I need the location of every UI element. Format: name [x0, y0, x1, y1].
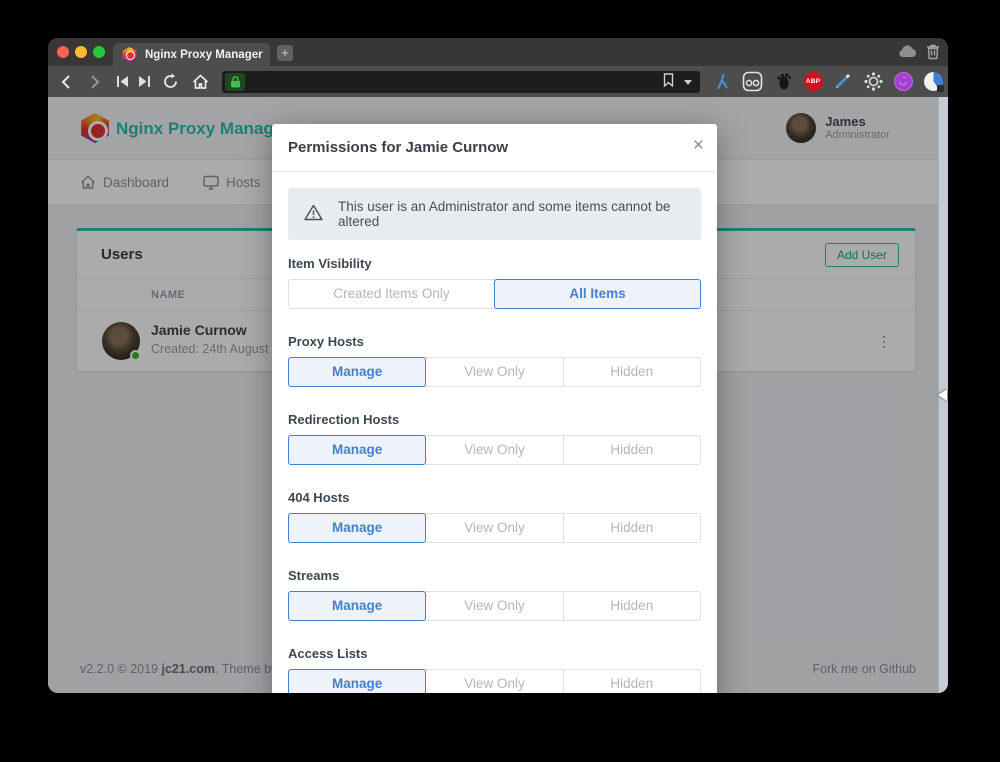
permission-section-streams: Streams ManageView OnlyHidden — [288, 568, 701, 621]
extension-gear-icon[interactable] — [860, 66, 886, 97]
option-access-lists-view-only[interactable]: View Only — [425, 669, 563, 693]
permission-section-redirection-hosts: Redirection Hosts ManageView OnlyHidden — [288, 412, 701, 465]
option-streams-hidden[interactable]: Hidden — [563, 591, 701, 621]
permissions-modal: Permissions for Jamie Curnow × This user… — [272, 124, 717, 693]
option-item-visibility-created-items-only[interactable]: Created Items Only — [288, 279, 495, 309]
permission-section-label: Item Visibility — [288, 256, 701, 271]
extension-pen-icon[interactable] — [829, 66, 855, 97]
extension-pie-icon[interactable] — [920, 66, 946, 97]
option-streams-manage[interactable]: Manage — [288, 591, 426, 621]
trash-icon[interactable] — [926, 44, 940, 65]
segmented-control: ManageView OnlyHidden — [288, 435, 701, 465]
tab-title: Nginx Proxy Manager — [145, 49, 263, 61]
option-404-hosts-hidden[interactable]: Hidden — [563, 513, 701, 543]
browser-toolbar: ABP ◡̈ — [48, 66, 948, 97]
page-viewport: Nginx Proxy Manager James Administrator … — [48, 97, 948, 693]
browser-tab-strip: Nginx Proxy Manager + — [48, 38, 948, 66]
window-zoom-button[interactable] — [93, 46, 105, 58]
extension-adblock-plus-icon[interactable]: ABP — [800, 66, 826, 97]
segmented-control: ManageView OnlyHidden — [288, 669, 701, 693]
permission-section-label: 404 Hosts — [288, 490, 701, 505]
cloud-icon[interactable] — [897, 44, 917, 63]
extension-gnome-foot-icon[interactable] — [770, 66, 796, 97]
extension-tampermonkey-icon[interactable] — [739, 66, 765, 97]
permission-section-label: Redirection Hosts — [288, 412, 701, 427]
option-access-lists-hidden[interactable]: Hidden — [563, 669, 701, 693]
new-tab-button[interactable]: + — [277, 45, 293, 61]
permission-section-label: Access Lists — [288, 646, 701, 661]
reload-icon[interactable] — [158, 66, 182, 97]
option-redirection-hosts-manage[interactable]: Manage — [288, 435, 426, 465]
option-proxy-hosts-hidden[interactable]: Hidden — [563, 357, 701, 387]
browser-tab[interactable]: Nginx Proxy Manager — [113, 43, 270, 66]
screenshot-frame: { "browser": { "tab_title": "Nginx Proxy… — [0, 0, 1000, 762]
admin-warning-alert: This user is an Administrator and some i… — [288, 188, 701, 240]
permission-section-proxy-hosts: Proxy Hosts ManageView OnlyHidden — [288, 334, 701, 387]
browser-window: Nginx Proxy Manager + — [48, 38, 948, 693]
window-close-button[interactable] — [57, 46, 69, 58]
warning-triangle-icon — [304, 204, 323, 224]
home-icon[interactable] — [188, 66, 212, 97]
option-item-visibility-all-items[interactable]: All Items — [494, 279, 701, 309]
extension-purple-icon[interactable]: ◡̈ — [890, 66, 916, 97]
option-404-hosts-view-only[interactable]: View Only — [425, 513, 563, 543]
option-redirection-hosts-hidden[interactable]: Hidden — [563, 435, 701, 465]
permission-section-label: Proxy Hosts — [288, 334, 701, 349]
option-proxy-hosts-view-only[interactable]: View Only — [425, 357, 563, 387]
segmented-control: ManageView OnlyHidden — [288, 513, 701, 543]
npm-favicon-icon — [122, 47, 137, 62]
permission-section-label: Streams — [288, 568, 701, 583]
permission-section-item-visibility: Item Visibility Created Items OnlyAll It… — [288, 256, 701, 309]
segmented-control: ManageView OnlyHidden — [288, 591, 701, 621]
back-button-icon[interactable] — [53, 66, 77, 97]
option-streams-view-only[interactable]: View Only — [425, 591, 563, 621]
option-access-lists-manage[interactable]: Manage — [288, 669, 426, 693]
modal-title: Permissions for Jamie Curnow — [288, 139, 508, 156]
permission-section-404-hosts: 404 Hosts ManageView OnlyHidden — [288, 490, 701, 543]
mouse-cursor — [938, 389, 947, 401]
option-404-hosts-manage[interactable]: Manage — [288, 513, 426, 543]
segmented-control: Created Items OnlyAll Items — [288, 279, 701, 309]
segmented-control: ManageView OnlyHidden — [288, 357, 701, 387]
admin-warning-text: This user is an Administrator and some i… — [338, 199, 685, 229]
modal-close-icon[interactable]: × — [693, 135, 704, 157]
option-proxy-hosts-manage[interactable]: Manage — [288, 357, 426, 387]
skip-back-icon[interactable] — [110, 66, 134, 97]
extension-bluefork-icon[interactable] — [709, 66, 735, 97]
https-lock-icon[interactable] — [225, 73, 245, 91]
address-bar[interactable] — [222, 71, 700, 93]
window-minimize-button[interactable] — [75, 46, 87, 58]
forward-button-icon[interactable] — [83, 66, 107, 97]
option-redirection-hosts-view-only[interactable]: View Only — [425, 435, 563, 465]
bookmark-dropdown-icon[interactable] — [684, 80, 692, 85]
skip-forward-icon[interactable] — [132, 66, 156, 97]
bookmark-icon[interactable] — [663, 73, 674, 92]
permission-section-access-lists: Access Lists ManageView OnlyHidden — [288, 646, 701, 693]
